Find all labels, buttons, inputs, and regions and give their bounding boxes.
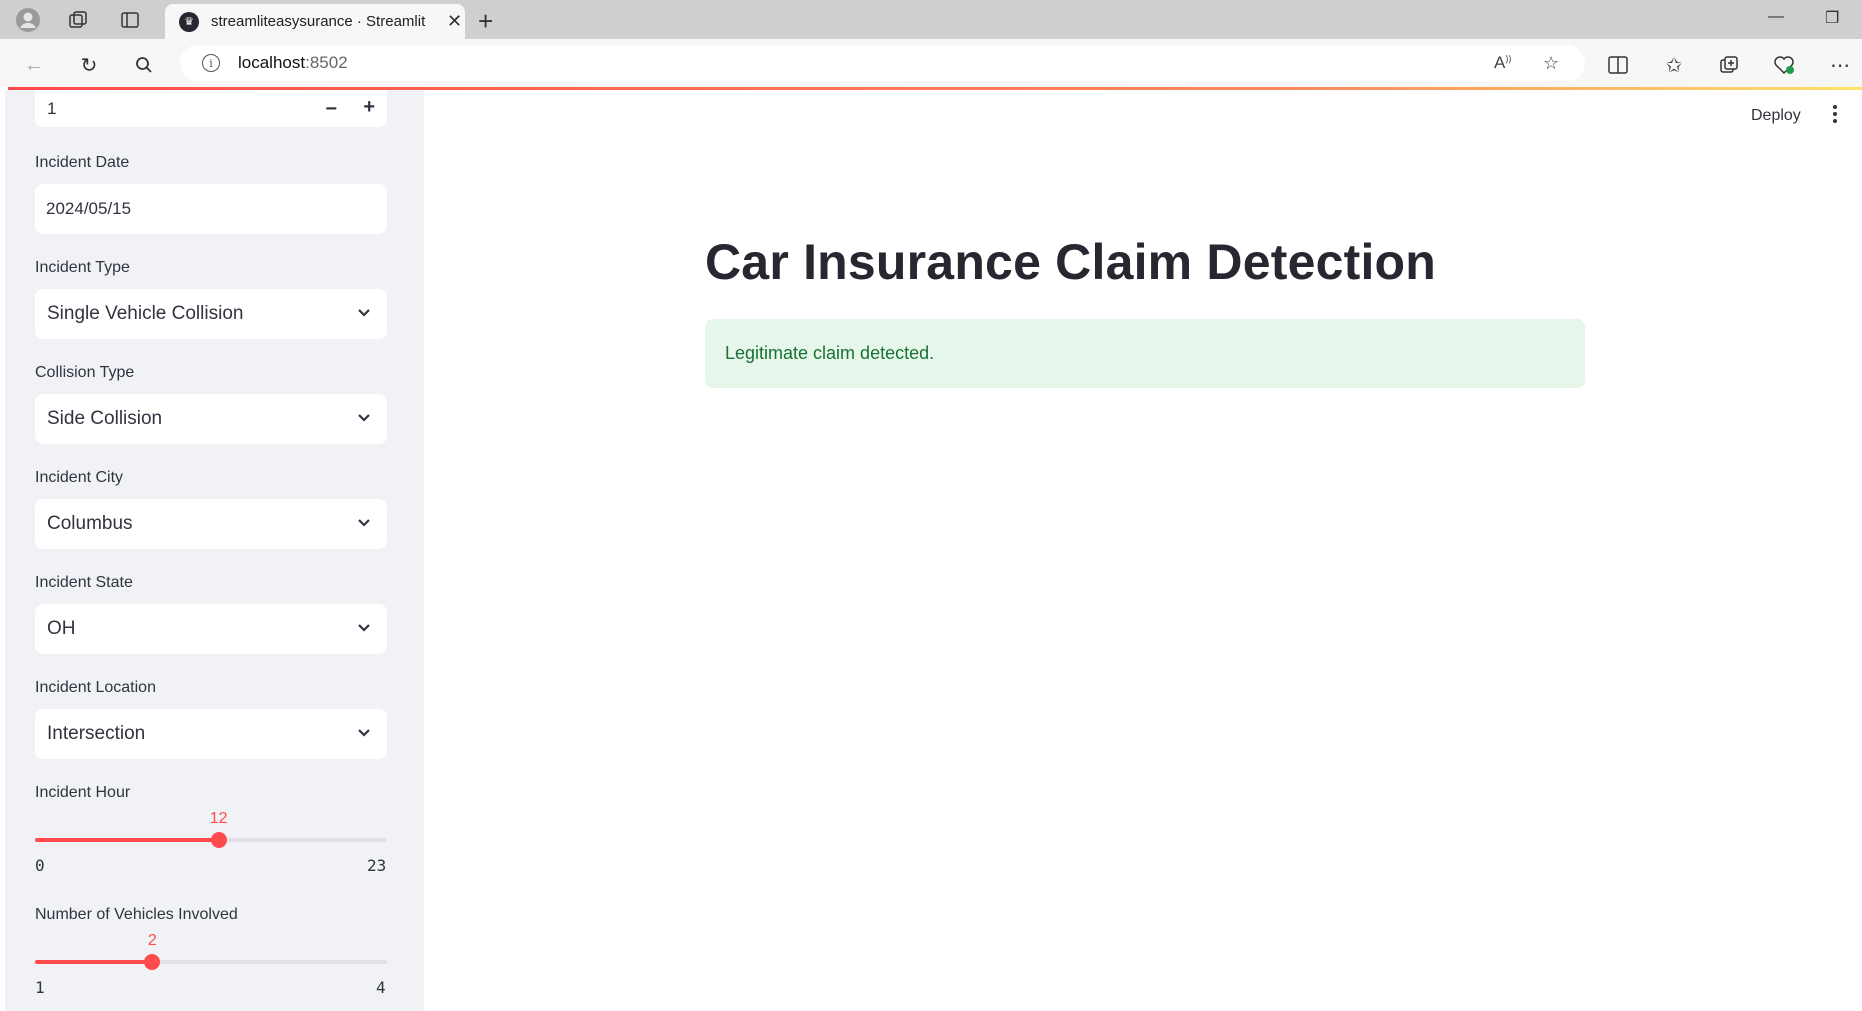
site-info-icon[interactable]: i: [202, 54, 220, 72]
incident-hour-slider[interactable]: 12: [35, 810, 387, 848]
slider-max-label: 23: [367, 856, 387, 875]
browser-nav-bar: ← ↻ i localhost:8502 A)) ☆ ✩ ⋯: [0, 39, 1862, 87]
reload-icon[interactable]: ↻: [75, 51, 103, 79]
incident-type-select[interactable]: Single Vehicle Collision: [35, 289, 387, 339]
incident-location-value: Intersection: [47, 723, 146, 744]
collision-type-label: Collision Type: [35, 364, 135, 381]
workspaces-icon[interactable]: [64, 6, 92, 34]
increment-button[interactable]: +: [363, 96, 375, 119]
slider-value: 12: [209, 810, 228, 827]
streamlit-favicon-icon: ♛: [179, 11, 199, 32]
incident-date-label: Incident Date: [35, 154, 130, 171]
favorite-star-icon[interactable]: ☆: [1543, 53, 1559, 74]
decrement-button[interactable]: −: [325, 98, 337, 121]
incident-city-label: Incident City: [35, 469, 124, 486]
slider-fill: [35, 960, 153, 964]
success-alert: Legitimate claim detected.: [705, 319, 1585, 388]
incident-hour-label: Incident Hour: [35, 784, 131, 801]
incident-location-label: Incident Location: [35, 679, 156, 696]
slider-min-label: 1: [35, 978, 45, 997]
number-input[interactable]: 1 − +: [35, 90, 387, 127]
chevron-down-icon: [358, 729, 370, 737]
number-input-value: 1: [47, 98, 57, 118]
browser-essentials-icon[interactable]: [1770, 51, 1798, 79]
incident-date-input[interactable]: 2024/05/15: [35, 184, 387, 234]
incident-city-select[interactable]: Columbus: [35, 499, 387, 549]
slider-min-label: 0: [35, 856, 45, 875]
sidebar: 1 − + Incident Date 2024/05/15 Incident …: [5, 90, 424, 1011]
incident-state-value: OH: [47, 618, 76, 639]
incident-state-select[interactable]: OH: [35, 604, 387, 654]
chevron-down-icon: [358, 519, 370, 527]
incident-state-label: Incident State: [35, 574, 133, 591]
profile-icon[interactable]: [14, 6, 42, 34]
url-host: localhost: [238, 53, 306, 72]
new-tab-icon[interactable]: +: [478, 6, 493, 37]
tab-title: streamliteasysurance · Streamlit: [211, 13, 426, 30]
back-icon[interactable]: ←: [20, 51, 48, 79]
collision-type-value: Side Collision: [47, 408, 163, 429]
vehicles-label: Number of Vehicles Involved: [35, 906, 238, 923]
slider-value: 2: [147, 932, 157, 949]
chevron-down-icon: [358, 309, 370, 317]
alert-message: Legitimate claim detected.: [725, 343, 935, 363]
collision-type-select[interactable]: Side Collision: [35, 394, 387, 444]
slider-thumb[interactable]: [210, 832, 227, 848]
active-tab[interactable]: ♛ streamliteasysurance · Streamlit ✕: [165, 4, 465, 39]
incident-city-value: Columbus: [47, 513, 133, 534]
browser-tab-bar: ♛ streamliteasysurance · Streamlit ✕ + —…: [0, 0, 1862, 39]
slider-fill: [35, 838, 219, 842]
chevron-down-icon: [358, 414, 370, 422]
collections-icon[interactable]: [1715, 51, 1743, 79]
incident-type-label: Incident Type: [35, 259, 130, 276]
read-aloud-icon[interactable]: A)): [1494, 53, 1511, 73]
incident-type-value: Single Vehicle Collision: [47, 303, 244, 324]
search-icon[interactable]: [130, 51, 158, 79]
tab-actions-icon[interactable]: [116, 6, 144, 34]
page-title: Car Insurance Claim Detection: [705, 234, 1437, 290]
vehicles-slider[interactable]: 2: [35, 932, 387, 970]
url-port: :8502: [305, 53, 348, 72]
deploy-button[interactable]: Deploy: [1751, 107, 1801, 125]
minimize-icon[interactable]: —: [1768, 8, 1784, 26]
restore-icon[interactable]: ❐: [1825, 8, 1839, 28]
slider-max-label: 4: [376, 978, 386, 997]
address-bar[interactable]: i localhost:8502 A)) ☆: [180, 45, 1585, 81]
split-screen-icon[interactable]: [1604, 51, 1632, 79]
favorites-icon[interactable]: ✩: [1660, 51, 1688, 79]
more-menu-icon[interactable]: ⋯: [1826, 51, 1854, 79]
incident-location-select[interactable]: Intersection: [35, 709, 387, 759]
chevron-down-icon: [358, 624, 370, 632]
slider-thumb[interactable]: [144, 954, 161, 970]
main-menu-icon[interactable]: [1832, 105, 1838, 127]
close-tab-icon[interactable]: ✕: [447, 11, 462, 32]
